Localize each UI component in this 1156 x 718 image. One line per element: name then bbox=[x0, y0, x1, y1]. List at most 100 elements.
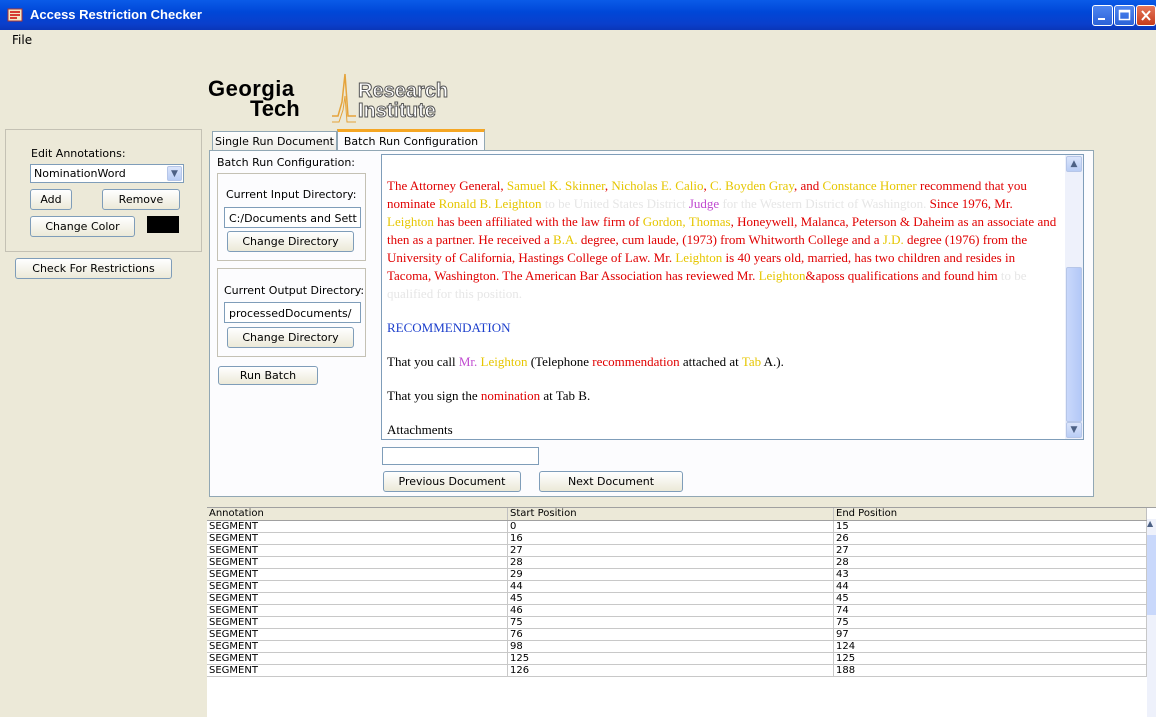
cell-annotation: SEGMENT bbox=[207, 665, 508, 676]
cell-start: 125 bbox=[508, 653, 834, 664]
cell-annotation: SEGMENT bbox=[207, 653, 508, 664]
input-directory-field[interactable]: C:/Documents and Sett bbox=[224, 207, 361, 228]
table-row[interactable]: SEGMENT 126 188 bbox=[207, 665, 1147, 677]
table-row[interactable]: SEGMENT 44 44 bbox=[207, 581, 1147, 593]
p2-segment: Tab bbox=[741, 354, 762, 369]
check-restrictions-button[interactable]: Check For Restrictions bbox=[15, 258, 172, 279]
table-row[interactable]: SEGMENT 29 43 bbox=[207, 569, 1147, 581]
cell-end: 45 bbox=[834, 593, 1147, 604]
cell-start: 27 bbox=[508, 545, 834, 556]
p1-segment: Gordon, Thomas bbox=[642, 214, 731, 229]
color-swatch[interactable] bbox=[147, 216, 179, 233]
cell-annotation: SEGMENT bbox=[207, 629, 508, 640]
table-row[interactable]: SEGMENT 0 15 bbox=[207, 521, 1147, 533]
cell-end: 188 bbox=[834, 665, 1147, 676]
logo-institute: Institute bbox=[358, 100, 437, 123]
maximize-icon bbox=[1118, 9, 1131, 21]
cell-end: 124 bbox=[834, 641, 1147, 652]
cell-start: 98 bbox=[508, 641, 834, 652]
cell-end: 44 bbox=[834, 581, 1147, 592]
table-row[interactable]: SEGMENT 98 124 bbox=[207, 641, 1147, 653]
change-input-dir-button[interactable]: Change Directory bbox=[227, 231, 354, 252]
p1-segment: J.D. bbox=[882, 232, 904, 247]
input-directory-group: Current Input Directory: C:/Documents an… bbox=[217, 173, 366, 261]
table-row[interactable]: SEGMENT 76 97 bbox=[207, 629, 1147, 641]
tab-single-run[interactable]: Single Run Document bbox=[212, 131, 337, 150]
cell-end: 27 bbox=[834, 545, 1147, 556]
cell-end: 75 bbox=[834, 617, 1147, 628]
cell-start: 28 bbox=[508, 557, 834, 568]
scroll-up-icon[interactable]: ▲ bbox=[1066, 156, 1082, 172]
run-batch-button[interactable]: Run Batch bbox=[218, 366, 318, 385]
table-row[interactable]: SEGMENT 75 75 bbox=[207, 617, 1147, 629]
menu-bar: File bbox=[0, 30, 1156, 52]
scroll-down-icon[interactable]: ▼ bbox=[1066, 422, 1082, 438]
add-button[interactable]: Add bbox=[30, 189, 72, 210]
input-dir-label: Current Input Directory: bbox=[226, 188, 357, 201]
title-bar[interactable]: Access Restriction Checker bbox=[0, 0, 1156, 30]
table-row[interactable]: SEGMENT 125 125 bbox=[207, 653, 1147, 665]
document-search-field[interactable] bbox=[382, 447, 539, 465]
table-row[interactable]: SEGMENT 16 26 bbox=[207, 533, 1147, 545]
cell-annotation: SEGMENT bbox=[207, 605, 508, 616]
change-output-dir-button[interactable]: Change Directory bbox=[227, 327, 354, 348]
tab-batch-run[interactable]: Batch Run Configuration bbox=[337, 129, 485, 150]
annotation-select[interactable]: NominationWord ▼ bbox=[30, 164, 184, 183]
minimize-icon bbox=[1098, 18, 1105, 20]
cell-end: 15 bbox=[834, 521, 1147, 532]
menu-file[interactable]: File bbox=[12, 33, 32, 47]
cell-annotation: SEGMENT bbox=[207, 617, 508, 628]
p1-segment: Leighton bbox=[387, 214, 434, 229]
cell-end: 74 bbox=[834, 605, 1147, 616]
logo-mark bbox=[332, 73, 356, 123]
col-annotation[interactable]: Annotation bbox=[207, 508, 508, 520]
col-start-position[interactable]: Start Position bbox=[508, 508, 834, 520]
output-directory-group: Current Output Directory: processedDocum… bbox=[217, 268, 366, 357]
p1-segment: to be United States District bbox=[541, 196, 689, 211]
table-row[interactable]: SEGMENT 45 45 bbox=[207, 593, 1147, 605]
cell-annotation: SEGMENT bbox=[207, 557, 508, 568]
p1-segment: for the Western District of Washington. bbox=[719, 196, 927, 211]
change-color-button[interactable]: Change Color bbox=[30, 216, 135, 237]
cell-annotation: SEGMENT bbox=[207, 581, 508, 592]
p2-segment: A.). bbox=[761, 354, 784, 369]
cell-end: 26 bbox=[834, 533, 1147, 544]
p1-segment: Samuel K. Skinner bbox=[506, 178, 605, 193]
previous-document-button[interactable]: Previous Document bbox=[383, 471, 521, 492]
document-paragraph-4: Attachments bbox=[387, 422, 453, 437]
scroll-thumb[interactable] bbox=[1066, 267, 1082, 422]
p1-segment: &aposs qualifications and found him bbox=[805, 268, 998, 283]
chevron-down-icon[interactable]: ▼ bbox=[167, 166, 182, 181]
cell-start: 46 bbox=[508, 605, 834, 616]
cell-start: 16 bbox=[508, 533, 834, 544]
document-paragraph-1: The Attorney General, Samuel K. Skinner,… bbox=[387, 177, 1057, 303]
cell-end: 28 bbox=[834, 557, 1147, 568]
table-row[interactable]: SEGMENT 27 27 bbox=[207, 545, 1147, 557]
annotation-select-value: NominationWord bbox=[34, 167, 126, 180]
document-viewer[interactable]: The Attorney General, Samuel K. Skinner,… bbox=[381, 154, 1084, 440]
document-paragraph-3: That you sign the nomination at Tab B. bbox=[387, 387, 1057, 405]
scroll-up-icon[interactable]: ▲ bbox=[1147, 519, 1156, 532]
edit-annotations-label: Edit Annotations: bbox=[31, 147, 126, 160]
document-scrollbar[interactable]: ▲ ▼ bbox=[1065, 155, 1083, 439]
cell-annotation: SEGMENT bbox=[207, 533, 508, 544]
table-row[interactable]: SEGMENT 28 28 bbox=[207, 557, 1147, 569]
col-end-position[interactable]: End Position bbox=[834, 508, 1147, 520]
remove-button[interactable]: Remove bbox=[102, 189, 180, 210]
p3-segment: That you sign the bbox=[387, 388, 481, 403]
close-button[interactable] bbox=[1136, 5, 1156, 26]
maximize-button[interactable] bbox=[1114, 5, 1135, 26]
output-directory-field[interactable]: processedDocuments/ bbox=[224, 302, 361, 323]
scroll-thumb[interactable] bbox=[1147, 535, 1156, 615]
cell-annotation: SEGMENT bbox=[207, 545, 508, 556]
document-heading: RECOMMENDATION bbox=[387, 320, 511, 335]
table-scrollbar[interactable]: ▲ bbox=[1147, 519, 1156, 717]
p1-segment: , and bbox=[794, 178, 823, 193]
annotations-table: Annotation Start Position End Position S… bbox=[207, 507, 1156, 718]
next-document-button[interactable]: Next Document bbox=[539, 471, 683, 492]
table-row[interactable]: SEGMENT 46 74 bbox=[207, 605, 1147, 617]
minimize-button[interactable] bbox=[1092, 5, 1113, 26]
p1-segment: The Attorney General, bbox=[387, 178, 507, 193]
cell-annotation: SEGMENT bbox=[207, 521, 508, 532]
p2-segment: (Telephone bbox=[527, 354, 593, 369]
